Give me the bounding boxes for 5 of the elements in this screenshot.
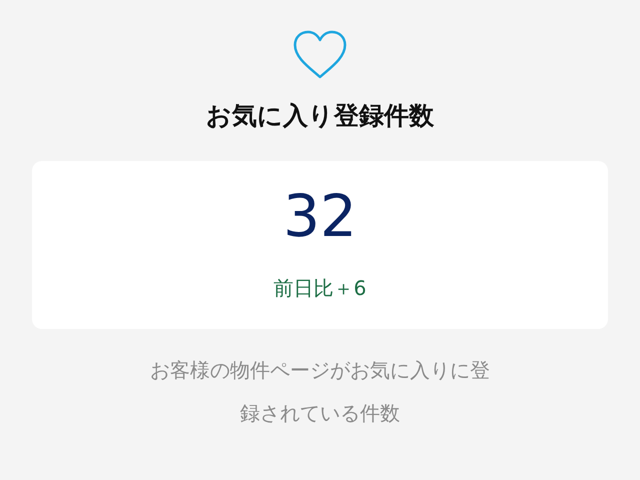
- title: お気に入り登録件数: [206, 100, 434, 132]
- count-value: 32: [283, 186, 357, 244]
- description: お客様の物件ページがお気に入りに登録されている件数: [150, 356, 490, 426]
- heart-icon: [292, 30, 348, 80]
- change-text: 前日比＋6: [274, 274, 366, 302]
